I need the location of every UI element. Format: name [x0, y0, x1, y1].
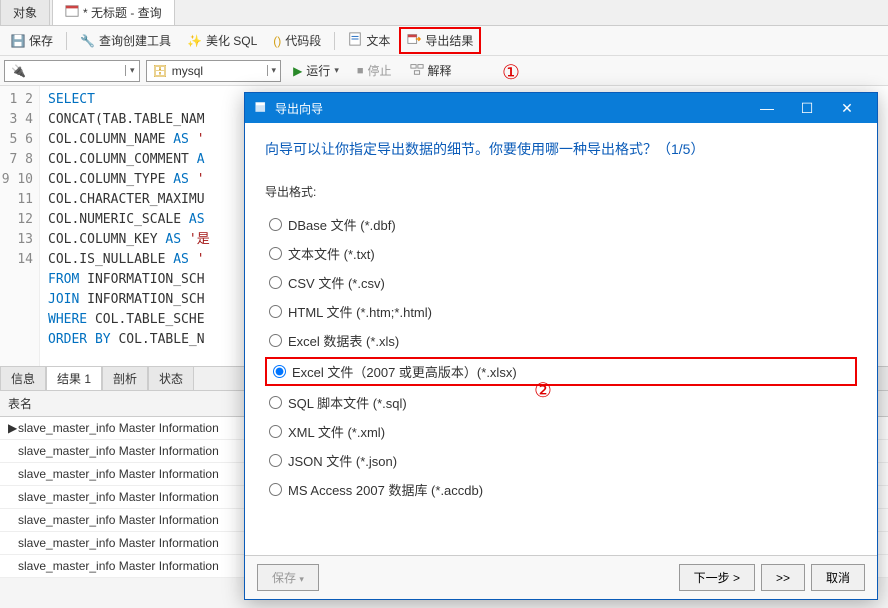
stop-label: 停止	[368, 62, 392, 79]
tab-query-label: * 无标题 - 查询	[83, 4, 162, 21]
database-icon: 🗄	[153, 64, 168, 78]
chevron-down-icon: ▾	[125, 65, 139, 76]
export-icon	[255, 100, 269, 117]
save-button[interactable]: 保存	[4, 28, 60, 53]
export-label: 导出结果	[425, 32, 473, 49]
save-label: 保存	[29, 32, 53, 49]
sparkle-icon: ✨	[187, 34, 202, 48]
radio-json[interactable]: JSON 文件 (*.json)	[265, 446, 857, 475]
skip-button[interactable]: >>	[761, 564, 805, 591]
export-icon	[407, 32, 421, 49]
radio-csv[interactable]: CSV 文件 (*.csv)	[265, 268, 857, 297]
chevron-down-icon: ▾	[299, 574, 304, 584]
close-button[interactable]: ✕	[827, 93, 867, 123]
radio-xml[interactable]: XML 文件 (*.xml)	[265, 417, 857, 446]
radio-xls[interactable]: Excel 数据表 (*.xls)	[265, 326, 857, 355]
query-tab-icon	[65, 4, 79, 21]
line-gutter: 1 2 3 4 5 6 7 8 9 10 11 12 13 14	[0, 86, 40, 366]
db-value: mysql	[172, 64, 203, 78]
run-label: 运行	[306, 62, 330, 79]
dialog-title: 导出向导	[275, 100, 323, 117]
parens-icon: ()	[273, 34, 281, 48]
tab-profile[interactable]: 剖析	[102, 366, 148, 390]
separator	[334, 32, 335, 50]
connection-value	[30, 64, 33, 78]
dialog-body: 向导可以让你指定导出数据的细节。你要使用哪一种导出格式？（1/5） 导出格式: …	[245, 123, 877, 555]
minimize-button[interactable]: —	[747, 93, 787, 123]
tab-status[interactable]: 状态	[148, 366, 194, 390]
radio-dbf[interactable]: DBase 文件 (*.dbf)	[265, 210, 857, 239]
save-icon	[11, 34, 25, 48]
cancel-button[interactable]: 取消	[811, 564, 865, 591]
annotation-two: ②	[534, 378, 552, 403]
stop-button[interactable]: ■ 停止	[351, 60, 398, 81]
radio-accdb[interactable]: MS Access 2007 数据库 (*.accdb)	[265, 475, 857, 504]
window-controls: — ☐ ✕	[747, 93, 867, 123]
database-dropdown[interactable]: 🗄 mysql ▾	[146, 60, 282, 82]
annotation-one: ①	[502, 60, 520, 85]
tab-object-label: 对象	[13, 4, 37, 21]
chevron-down-icon: ▾	[267, 65, 281, 76]
maximize-button[interactable]: ☐	[787, 93, 827, 123]
tab-info[interactable]: 信息	[0, 366, 46, 390]
text-button[interactable]: 文本	[341, 28, 397, 53]
tab-object[interactable]: 对象	[0, 0, 50, 25]
plug-icon: 🔌	[11, 64, 26, 78]
document-icon	[348, 32, 362, 49]
document-tabs: 对象 * 无标题 - 查询	[0, 0, 888, 26]
beautify-label: 美化 SQL	[206, 32, 257, 49]
wizard-heading: 向导可以让你指定导出数据的细节。你要使用哪一种导出格式？（1/5）	[265, 139, 857, 159]
dialog-footer: 保存 ▾ 下一步 > >> 取消	[245, 555, 877, 599]
explain-button[interactable]: 解释	[404, 60, 458, 81]
query-builder-button[interactable]: 🔧 查询创建工具	[73, 28, 178, 53]
play-icon: ▶	[293, 64, 302, 78]
export-wizard-dialog: 导出向导 — ☐ ✕ 向导可以让你指定导出数据的细节。你要使用哪一种导出格式？（…	[244, 92, 878, 600]
code-snippet-button[interactable]: () 代码段	[266, 28, 328, 53]
connection-dropdown[interactable]: 🔌 ▾	[4, 60, 140, 82]
connection-toolbar: 🔌 ▾ 🗄 mysql ▾ ▶ 运行 ▾ ■ 停止 解释	[0, 56, 888, 86]
run-button[interactable]: ▶ 运行 ▾	[287, 60, 345, 81]
radio-html[interactable]: HTML 文件 (*.htm;*.html)	[265, 297, 857, 326]
explain-label: 解释	[428, 62, 452, 79]
next-button[interactable]: 下一步 >	[679, 564, 755, 591]
stop-icon: ■	[357, 65, 364, 77]
tab-result-1[interactable]: 结果 1	[46, 366, 102, 390]
tab-query[interactable]: * 无标题 - 查询	[52, 0, 175, 25]
radio-sql[interactable]: SQL 脚本文件 (*.sql)	[265, 388, 857, 417]
beautify-sql-button[interactable]: ✨ 美化 SQL	[180, 28, 264, 53]
tool-icon: 🔧	[80, 34, 95, 48]
dialog-titlebar[interactable]: 导出向导 — ☐ ✕	[245, 93, 877, 123]
separator	[66, 32, 67, 50]
radio-txt[interactable]: 文本文件 (*.txt)	[265, 239, 857, 268]
explain-icon	[410, 62, 424, 79]
format-label: 导出格式:	[265, 183, 857, 200]
radio-xlsx[interactable]: Excel 文件（2007 或更高版本）(*.xlsx)	[265, 357, 857, 386]
main-toolbar: 保存 🔧 查询创建工具 ✨ 美化 SQL () 代码段 文本 导出结果	[0, 26, 888, 56]
query-builder-label: 查询创建工具	[99, 32, 171, 49]
save-profile-button[interactable]: 保存 ▾	[257, 564, 319, 591]
chevron-down-icon: ▾	[334, 65, 339, 76]
snippet-label: 代码段	[285, 32, 321, 49]
export-result-button[interactable]: 导出结果	[399, 27, 481, 54]
row-marker-icon: ▶	[8, 421, 18, 435]
text-label: 文本	[366, 32, 390, 49]
